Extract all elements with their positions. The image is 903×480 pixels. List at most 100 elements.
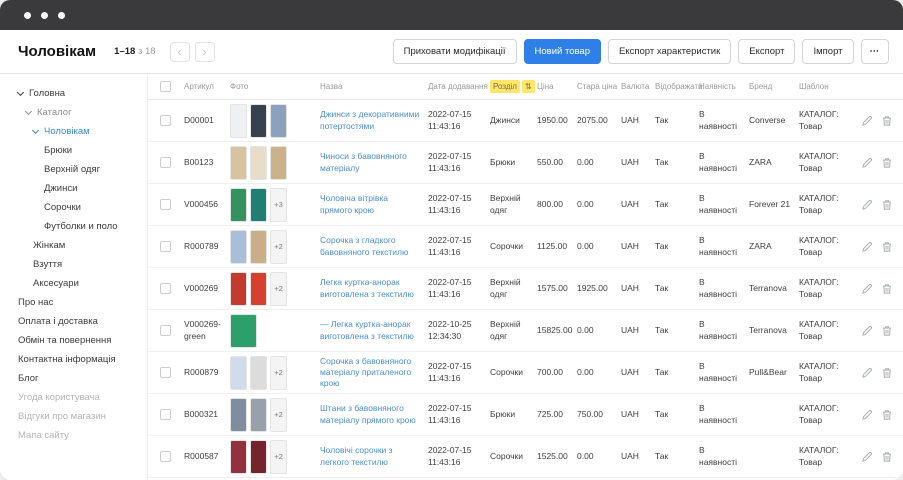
hide-modifications-button[interactable]: Приховати модифікації	[393, 39, 517, 64]
sidebar-item-aksesuary[interactable]: Аксесуари	[0, 274, 147, 293]
row-checkbox[interactable]	[160, 115, 171, 126]
delete-trash-icon[interactable]	[881, 367, 893, 379]
product-photo-thumbnail[interactable]	[230, 146, 247, 180]
select-all-checkbox[interactable]	[160, 81, 171, 92]
more-photos-badge[interactable]: +2	[270, 272, 287, 306]
sidebar-item-pro-nas[interactable]: Про нас	[0, 293, 147, 312]
edit-pencil-icon[interactable]	[861, 409, 873, 421]
sidebar-item-obmin-ta-povernennia[interactable]: Обмін та повернення	[0, 331, 147, 350]
sidebar-item-holovna[interactable]: Головна	[0, 84, 147, 103]
delete-trash-icon[interactable]	[881, 409, 893, 421]
product-name-link[interactable]: Джинси з декоративними потертостями	[320, 109, 428, 131]
column-header-section[interactable]: Розділ⇅	[490, 80, 537, 93]
column-header-template[interactable]: Шаблон	[799, 82, 855, 91]
product-name-link[interactable]: — Легка куртка-анорак виготовлена з текс…	[320, 319, 428, 341]
edit-pencil-icon[interactable]	[861, 115, 873, 127]
delete-trash-icon[interactable]	[881, 157, 893, 169]
export-button[interactable]: Експорт	[738, 39, 795, 64]
column-header-article[interactable]: Артикул	[184, 82, 230, 91]
sidebar-item-uhoda-korystuvacha[interactable]: Угода користувача	[0, 388, 147, 407]
product-photo-thumbnail[interactable]	[270, 146, 287, 180]
column-header-availability[interactable]: Наявність	[699, 82, 749, 91]
edit-pencil-icon[interactable]	[861, 241, 873, 253]
more-photos-badge[interactable]: +3	[270, 188, 287, 222]
sidebar-item-kontaktna-informatsiia[interactable]: Контактна інформація	[0, 350, 147, 369]
row-checkbox[interactable]	[160, 199, 171, 210]
product-photo-thumbnail[interactable]	[250, 356, 267, 390]
product-photo-thumbnail[interactable]	[230, 272, 247, 306]
product-photo-thumbnail[interactable]	[250, 230, 267, 264]
more-photos-badge[interactable]: +2	[270, 230, 287, 264]
delete-trash-icon[interactable]	[881, 451, 893, 463]
edit-pencil-icon[interactable]	[861, 325, 873, 337]
product-photo-thumbnail[interactable]	[230, 188, 247, 222]
product-photo-thumbnail[interactable]	[270, 104, 287, 138]
prev-page-button[interactable]: ‹	[170, 42, 190, 62]
next-page-button[interactable]: ›	[195, 42, 215, 62]
edit-pencil-icon[interactable]	[861, 283, 873, 295]
edit-pencil-icon[interactable]	[861, 199, 873, 211]
sidebar-item-vidhuky-pro-mahazyn[interactable]: Відгуки про магазин	[0, 407, 147, 426]
product-photo-thumbnail[interactable]	[230, 230, 247, 264]
sidebar-item-cholovikam[interactable]: Чоловікам	[0, 122, 147, 141]
sidebar-item-verkhnii-odiah[interactable]: Верхній одяг	[0, 160, 147, 179]
more-button[interactable]: ⋯	[861, 39, 890, 64]
new-product-button[interactable]: Новий товар	[524, 39, 601, 64]
row-checkbox[interactable]	[160, 325, 171, 336]
row-checkbox[interactable]	[160, 241, 171, 252]
edit-pencil-icon[interactable]	[861, 451, 873, 463]
sidebar-item-dzhynsy[interactable]: Джинси	[0, 179, 147, 198]
product-photo-thumbnail[interactable]	[250, 440, 267, 474]
product-photo-thumbnail[interactable]	[250, 104, 267, 138]
product-name-link[interactable]: Штани з бавовняного матеріалу прямого кр…	[320, 403, 428, 425]
product-name-link[interactable]: Сорочка з гладкого бавовняного текстилю	[320, 235, 428, 257]
column-header-date-added[interactable]: Дата додавання	[428, 82, 490, 91]
column-header-currency[interactable]: Валюта	[621, 82, 655, 91]
delete-trash-icon[interactable]	[881, 115, 893, 127]
product-photo-thumbnail[interactable]	[230, 314, 257, 348]
edit-pencil-icon[interactable]	[861, 157, 873, 169]
sort-icon[interactable]: ⇅	[522, 80, 535, 93]
product-photo-thumbnail[interactable]	[230, 440, 247, 474]
sidebar-item-kataloh[interactable]: Каталог	[0, 103, 147, 122]
product-name-link[interactable]: Чиноси з бавовняного матеріалу	[320, 151, 428, 173]
delete-trash-icon[interactable]	[881, 199, 893, 211]
delete-trash-icon[interactable]	[881, 325, 893, 337]
more-photos-badge[interactable]: +2	[270, 356, 287, 390]
sidebar-item-vzuttia[interactable]: Взуття	[0, 255, 147, 274]
column-header-name[interactable]: Назва	[320, 82, 428, 91]
delete-trash-icon[interactable]	[881, 241, 893, 253]
sidebar-item-futbolky-i-polo[interactable]: Футболки и поло	[0, 217, 147, 236]
sidebar-item-sorochky[interactable]: Сорочки	[0, 198, 147, 217]
more-photos-badge[interactable]: +2	[270, 440, 287, 474]
edit-pencil-icon[interactable]	[861, 367, 873, 379]
column-header-display[interactable]: Відображати	[655, 82, 699, 91]
sidebar-item-bloh[interactable]: Блог	[0, 369, 147, 388]
product-name-link[interactable]: Чоловіча вітрівка прямого крою	[320, 193, 428, 215]
column-header-photo[interactable]: Фото	[230, 82, 320, 91]
row-checkbox[interactable]	[160, 451, 171, 462]
product-photo-thumbnail[interactable]	[250, 272, 267, 306]
product-photo-thumbnail[interactable]	[250, 398, 267, 432]
sidebar-item-mapa-saitu[interactable]: Мапа сайту	[0, 426, 147, 445]
sidebar-item-oplata-i-dostavka[interactable]: Оплата і доставка	[0, 312, 147, 331]
product-name-link[interactable]: Легка куртка-анорак виготовлена з тексти…	[320, 277, 428, 299]
delete-trash-icon[interactable]	[881, 283, 893, 295]
export-characteristics-button[interactable]: Експорт характеристик	[608, 39, 731, 64]
row-checkbox[interactable]	[160, 367, 171, 378]
product-photo-thumbnail[interactable]	[230, 104, 247, 138]
column-header-price[interactable]: Ціна	[537, 82, 577, 91]
row-checkbox[interactable]	[160, 283, 171, 294]
column-header-brand[interactable]: Бренд	[749, 82, 799, 91]
column-header-old-price[interactable]: Стара ціна	[577, 82, 621, 91]
more-photos-badge[interactable]: +2	[270, 398, 287, 432]
product-photo-thumbnail[interactable]	[250, 188, 267, 222]
sidebar-item-briuky[interactable]: Брюки	[0, 141, 147, 160]
product-photo-thumbnail[interactable]	[230, 398, 247, 432]
row-checkbox[interactable]	[160, 409, 171, 420]
import-button[interactable]: Імпорт	[802, 39, 853, 64]
product-photo-thumbnail[interactable]	[250, 146, 267, 180]
sidebar-item-zhinkam[interactable]: Жінкам	[0, 236, 147, 255]
product-photo-thumbnail[interactable]	[230, 356, 247, 390]
row-checkbox[interactable]	[160, 157, 171, 168]
